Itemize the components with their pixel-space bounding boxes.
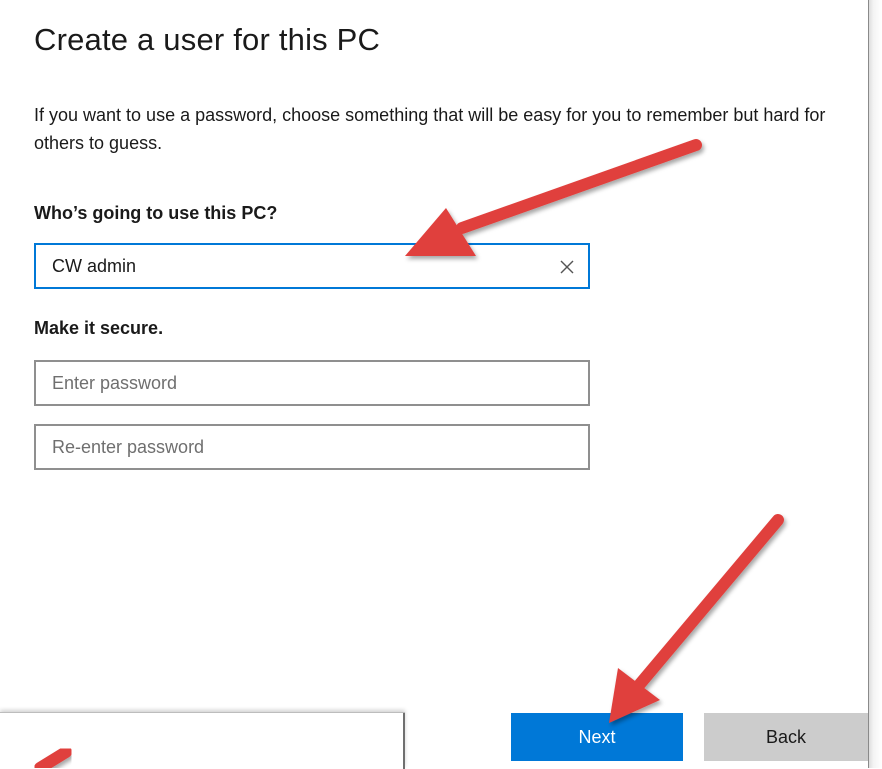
create-user-dialog: Create a user for this PC If you want to… bbox=[0, 0, 868, 768]
next-button[interactable]: Next bbox=[511, 713, 683, 761]
background-window bbox=[0, 712, 405, 769]
username-field[interactable] bbox=[34, 243, 590, 289]
password-field[interactable] bbox=[34, 360, 590, 406]
window-edge bbox=[868, 0, 882, 768]
password-input[interactable] bbox=[36, 362, 588, 404]
close-icon bbox=[560, 260, 574, 274]
back-button[interactable]: Back bbox=[704, 713, 868, 761]
password-section-label: Make it secure. bbox=[34, 318, 164, 338]
password-confirm-field[interactable] bbox=[34, 424, 590, 470]
password-confirm-input[interactable] bbox=[36, 426, 588, 468]
page-title: Create a user for this PC bbox=[34, 22, 381, 57]
description-text: If you want to use a password, choose so… bbox=[34, 105, 826, 153]
username-label: Who’s going to use this PC? bbox=[34, 203, 278, 223]
username-input[interactable] bbox=[36, 245, 588, 287]
clear-button[interactable] bbox=[554, 254, 580, 280]
